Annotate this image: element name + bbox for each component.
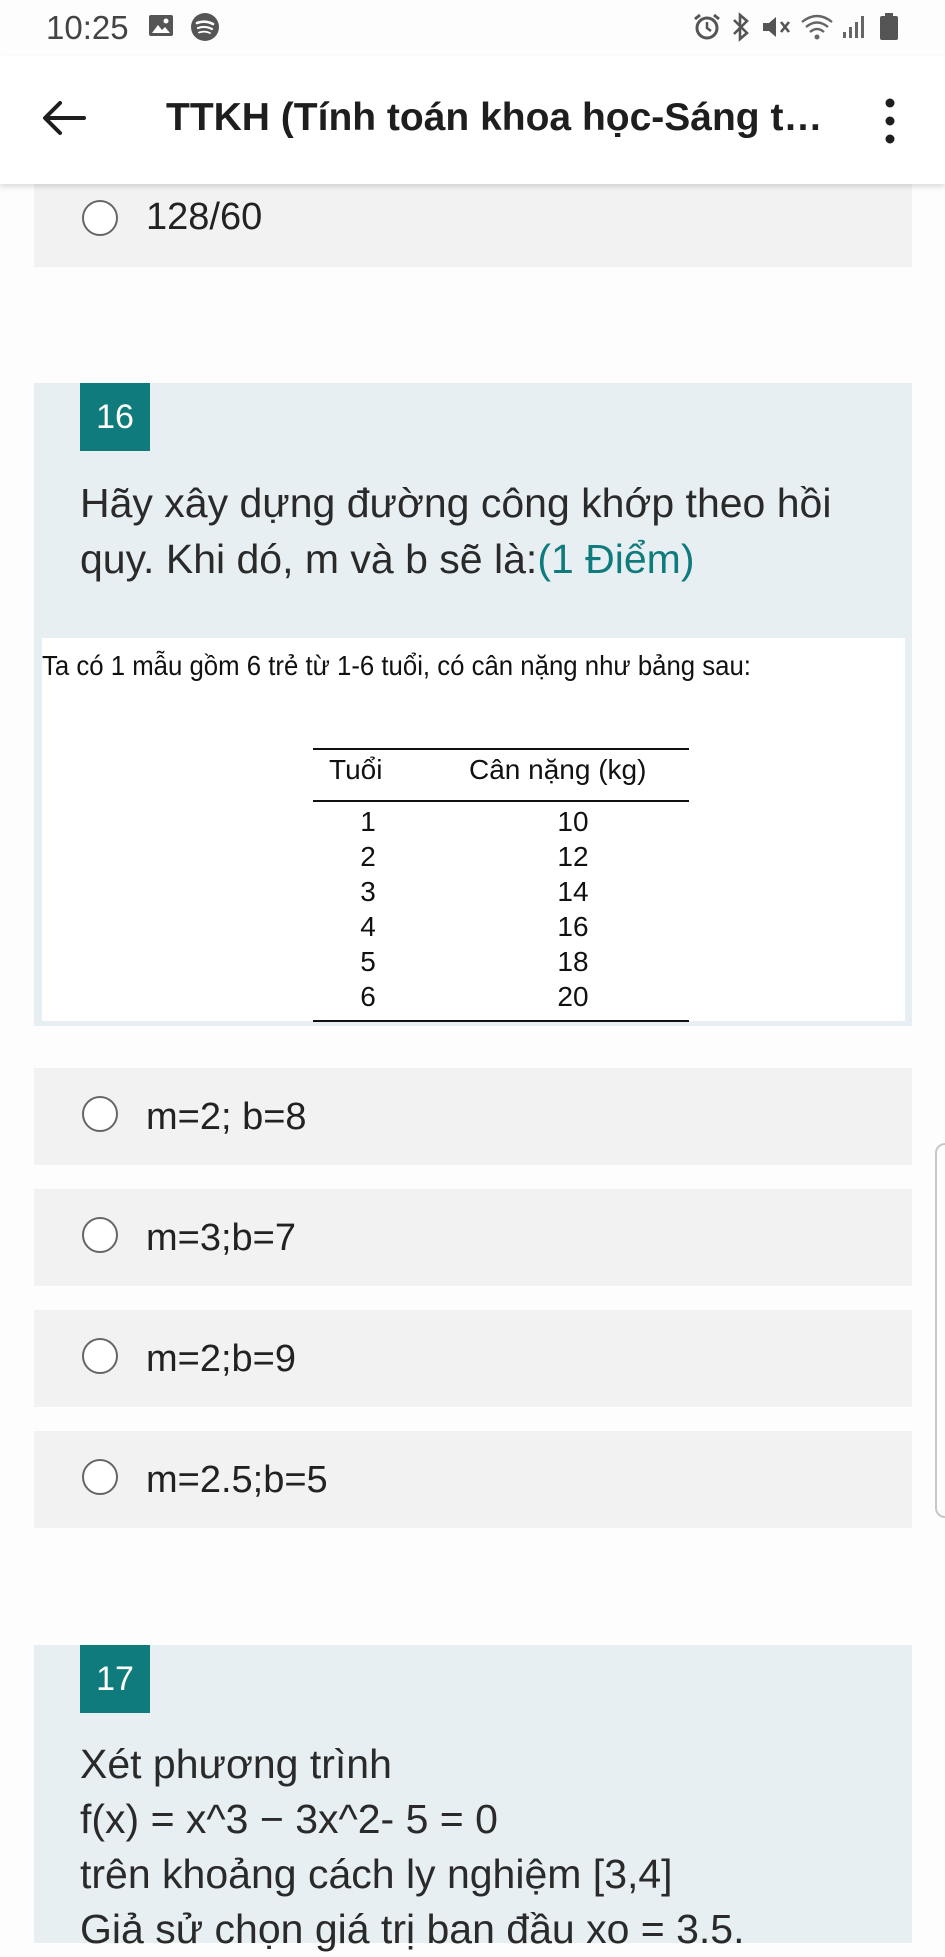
table-cell-age: 4 — [360, 911, 376, 942]
alarm-icon — [694, 13, 720, 40]
table-cell-age: 6 — [360, 981, 376, 1012]
question-number: 17 — [80, 1645, 150, 1713]
option-m3-b7[interactable]: m=3;b=7 — [34, 1189, 912, 1286]
scrollbar[interactable] — [935, 1143, 945, 1518]
table-cell-weight: 16 — [557, 911, 589, 942]
option-label: m=2.5;b=5 — [146, 1459, 328, 1501]
question-17-card: 17 Xét phương trình f(x) = x^3 − 3x^2- 5… — [34, 1645, 912, 1952]
table-cell-age: 5 — [360, 946, 376, 977]
option-label: m=2; b=8 — [146, 1096, 307, 1138]
table-cell-weight: 12 — [557, 841, 589, 872]
question-image: Ta có 1 mẫu gồm 6 trẻ từ 1-6 tuổi, có câ… — [42, 638, 905, 1022]
app-bar: TTKH (Tính toán khoa học-Sáng th... — [0, 56, 945, 184]
table-cell-weight: 20 — [557, 981, 589, 1012]
table-top-rule — [313, 748, 689, 750]
image-icon — [149, 15, 173, 36]
image-caption: Ta có 1 mẫu gồm 6 trẻ từ 1-6 tuổi, có câ… — [42, 650, 751, 681]
table-cell-weight: 18 — [557, 946, 589, 977]
radio-button[interactable] — [82, 1096, 118, 1132]
option-m2-b8[interactable]: m=2; b=8 — [34, 1068, 912, 1165]
table-header-age: Tuổi — [329, 754, 383, 785]
arrow-left-icon[interactable] — [40, 94, 88, 142]
table-cell-weight: 14 — [557, 876, 589, 907]
question-prompt: Hãy xây dựng đường công khớp theo hồi qu… — [80, 480, 832, 582]
mute-icon — [763, 17, 791, 37]
table-cell-age: 2 — [360, 841, 376, 872]
option-m2.5-b5[interactable]: m=2.5;b=5 — [34, 1431, 912, 1528]
radio-button[interactable] — [82, 200, 118, 236]
question-points: (1 Điểm) — [537, 536, 695, 582]
question-text: Hãy xây dựng đường công khớp theo hồi qu… — [80, 475, 880, 587]
table-header-rule — [313, 800, 689, 802]
radio-button[interactable] — [82, 1217, 118, 1253]
signal-icon — [843, 16, 864, 38]
question-16-card: 16 Hãy xây dựng đường công khớp theo hồi… — [34, 383, 912, 1026]
option-128-60[interactable]: 128/60 — [34, 170, 912, 267]
more-vertical-icon[interactable] — [870, 94, 910, 148]
radio-button[interactable] — [82, 1459, 118, 1495]
question-line: Xét phương trình — [80, 1741, 392, 1787]
question-text: Xét phương trình f(x) = x^3 − 3x^2- 5 = … — [80, 1737, 880, 1957]
wifi-icon — [801, 14, 833, 40]
status-time: 10:25 — [46, 9, 129, 46]
table-cell-age: 3 — [360, 876, 376, 907]
radio-button[interactable] — [82, 1338, 118, 1374]
question-line: trên khoảng cách ly nghiệm [3,4] — [80, 1851, 673, 1897]
form-title: TTKH (Tính toán khoa học-Sáng th... — [166, 96, 826, 139]
table-header-weight: Cân nặng (kg) — [469, 754, 647, 785]
battery-icon — [880, 13, 898, 40]
question-line: Giả sử chọn giá trị ban đầu xo = 3.5. — [80, 1906, 745, 1952]
table-bottom-rule — [313, 1020, 689, 1022]
question-number: 16 — [80, 383, 150, 451]
table-cell-weight: 10 — [557, 806, 589, 837]
table-cell-age: 1 — [360, 806, 376, 837]
status-bar: 10:25 — [0, 0, 945, 56]
option-m2-b9[interactable]: m=2;b=9 — [34, 1310, 912, 1407]
option-label: 128/60 — [146, 196, 263, 238]
option-label: m=3;b=7 — [146, 1217, 296, 1259]
question-line: f(x) = x^3 − 3x^2- 5 = 0 — [80, 1796, 498, 1842]
spotify-icon — [191, 13, 219, 41]
option-label: m=2;b=9 — [146, 1338, 296, 1380]
bluetooth-icon — [733, 12, 749, 42]
